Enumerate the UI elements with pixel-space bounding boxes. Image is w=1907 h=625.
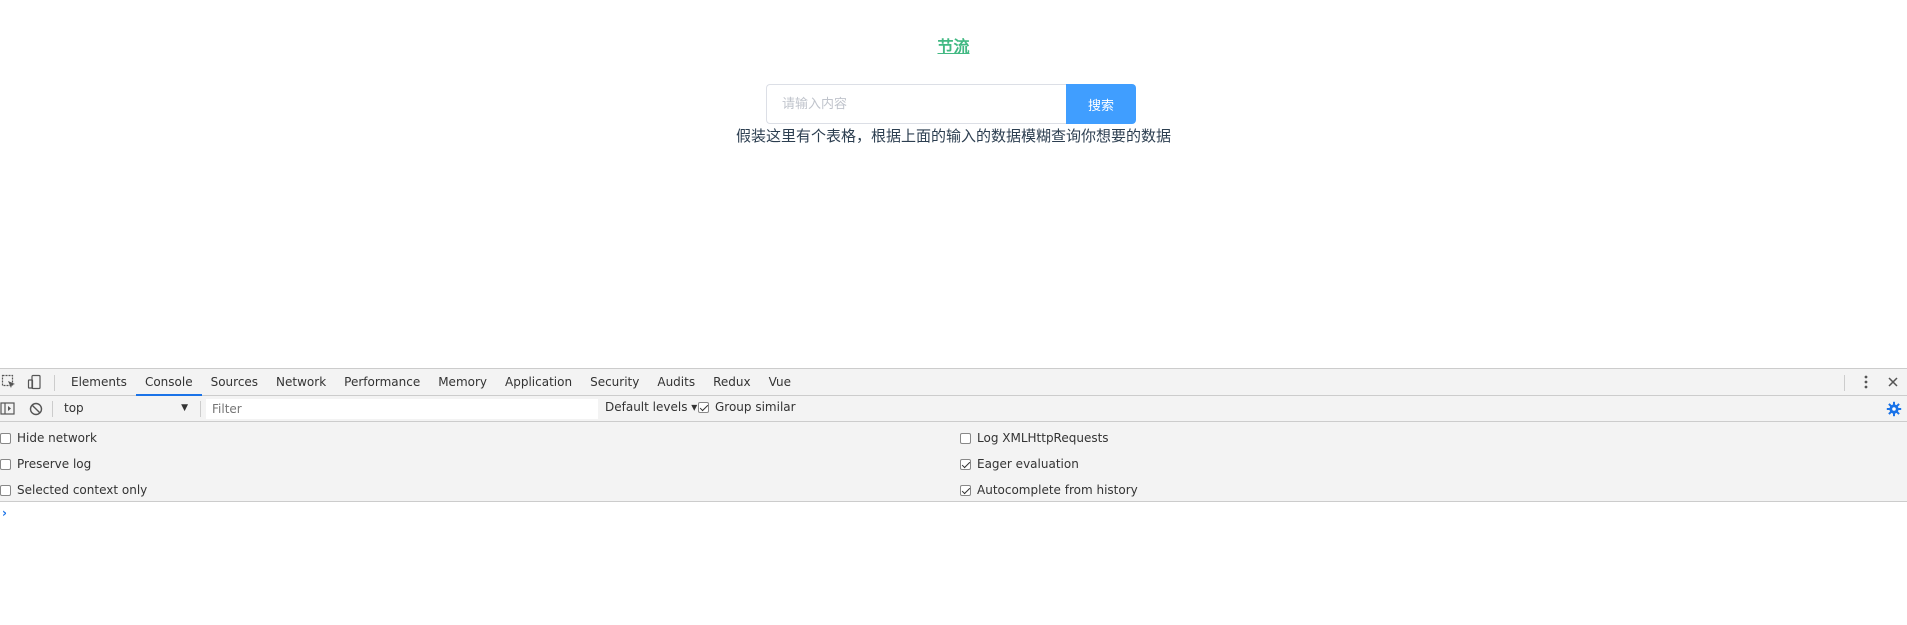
- search-row: 搜索: [766, 84, 1136, 124]
- preserve-log-label: Preserve log: [17, 457, 92, 471]
- checkbox-icon[interactable]: [0, 484, 11, 496]
- hide-network-label: Hide network: [17, 431, 97, 445]
- log-levels-dropdown[interactable]: Default levels ▾: [605, 400, 697, 414]
- eager-evaluation-label: Eager evaluation: [977, 457, 1079, 471]
- tab-network[interactable]: Network: [267, 369, 335, 396]
- tab-console[interactable]: Console: [135, 369, 202, 396]
- tab-sources[interactable]: Sources: [202, 369, 267, 396]
- toolbar-divider: [52, 401, 53, 417]
- group-similar-checkbox[interactable]: Group similar: [698, 400, 796, 414]
- checkbox-icon[interactable]: [960, 432, 971, 444]
- search-button[interactable]: 搜索: [1066, 84, 1136, 124]
- tab-redux[interactable]: Redux: [704, 369, 760, 396]
- device-toolbar-icon[interactable]: [27, 374, 43, 390]
- tab-application[interactable]: Application: [496, 369, 581, 396]
- close-icon[interactable]: [1886, 374, 1900, 390]
- checkbox-icon[interactable]: [0, 458, 11, 470]
- devtools-panel: Elements Console Sources Network Performance…: [0, 368, 1907, 625]
- autocomplete-from-history-checkbox[interactable]: Autocomplete from history: [960, 483, 1138, 497]
- tab-vue[interactable]: Vue: [760, 369, 800, 396]
- devtools-tabbar: Elements Console Sources Network Performance…: [0, 368, 1907, 396]
- autocomplete-from-history-label: Autocomplete from history: [977, 483, 1138, 497]
- console-toolbar: top ▼ Default levels ▾ Group similar: [0, 396, 1907, 422]
- preserve-log-checkbox[interactable]: Preserve log: [0, 457, 91, 471]
- tab-audits[interactable]: Audits: [648, 369, 704, 396]
- context-value: top: [64, 401, 84, 415]
- tab-elements[interactable]: Elements: [62, 369, 136, 396]
- throttle-link[interactable]: 节流: [0, 33, 1907, 57]
- clear-console-icon[interactable]: [28, 401, 44, 417]
- context-selector[interactable]: top ▼: [58, 399, 194, 417]
- sidebar-toggle-icon[interactable]: [0, 401, 16, 417]
- console-settings-pane: Hide network Preserve log Selected conte…: [0, 422, 1907, 502]
- toolbar-divider: [54, 375, 55, 391]
- toolbar-divider: [1844, 375, 1845, 391]
- checkbox-checked-icon[interactable]: [960, 484, 971, 496]
- selected-context-only-label: Selected context only: [17, 483, 148, 497]
- dropdown-arrow-icon: ▼: [181, 403, 188, 413]
- tab-security[interactable]: Security: [581, 369, 648, 396]
- search-input[interactable]: [766, 84, 1066, 124]
- hide-network-checkbox[interactable]: Hide network: [0, 431, 97, 445]
- console-output[interactable]: ›: [0, 502, 1907, 625]
- more-options-icon[interactable]: [1859, 374, 1873, 390]
- checkbox-icon[interactable]: [0, 432, 11, 444]
- table-placeholder-text: 假装这里有个表格，根据上面的输入的数据模糊查询你想要的数据: [735, 127, 1171, 145]
- checkbox-checked-icon[interactable]: [960, 458, 971, 470]
- log-xmlhttprequests-checkbox[interactable]: Log XMLHttpRequests: [960, 431, 1109, 445]
- tab-performance[interactable]: Performance: [335, 369, 429, 396]
- toolbar-divider: [200, 401, 201, 417]
- console-prompt: ›: [2, 506, 7, 520]
- settings-gear-icon[interactable]: [1886, 401, 1902, 417]
- selected-context-only-checkbox[interactable]: Selected context only: [0, 483, 147, 497]
- log-xmlhttprequests-label: Log XMLHttpRequests: [977, 431, 1109, 445]
- group-similar-label: Group similar: [715, 400, 796, 414]
- filter-input[interactable]: [206, 399, 598, 419]
- devtools-tabs: Elements Console Sources Network Performance…: [62, 369, 800, 396]
- inspect-element-icon[interactable]: [1, 374, 17, 390]
- checkbox-checked-icon[interactable]: [698, 401, 709, 413]
- page-content: 节流 搜索 假装这里有个表格，根据上面的输入的数据模糊查询你想要的数据: [0, 0, 1907, 368]
- eager-evaluation-checkbox[interactable]: Eager evaluation: [960, 457, 1079, 471]
- tab-memory[interactable]: Memory: [429, 369, 496, 396]
